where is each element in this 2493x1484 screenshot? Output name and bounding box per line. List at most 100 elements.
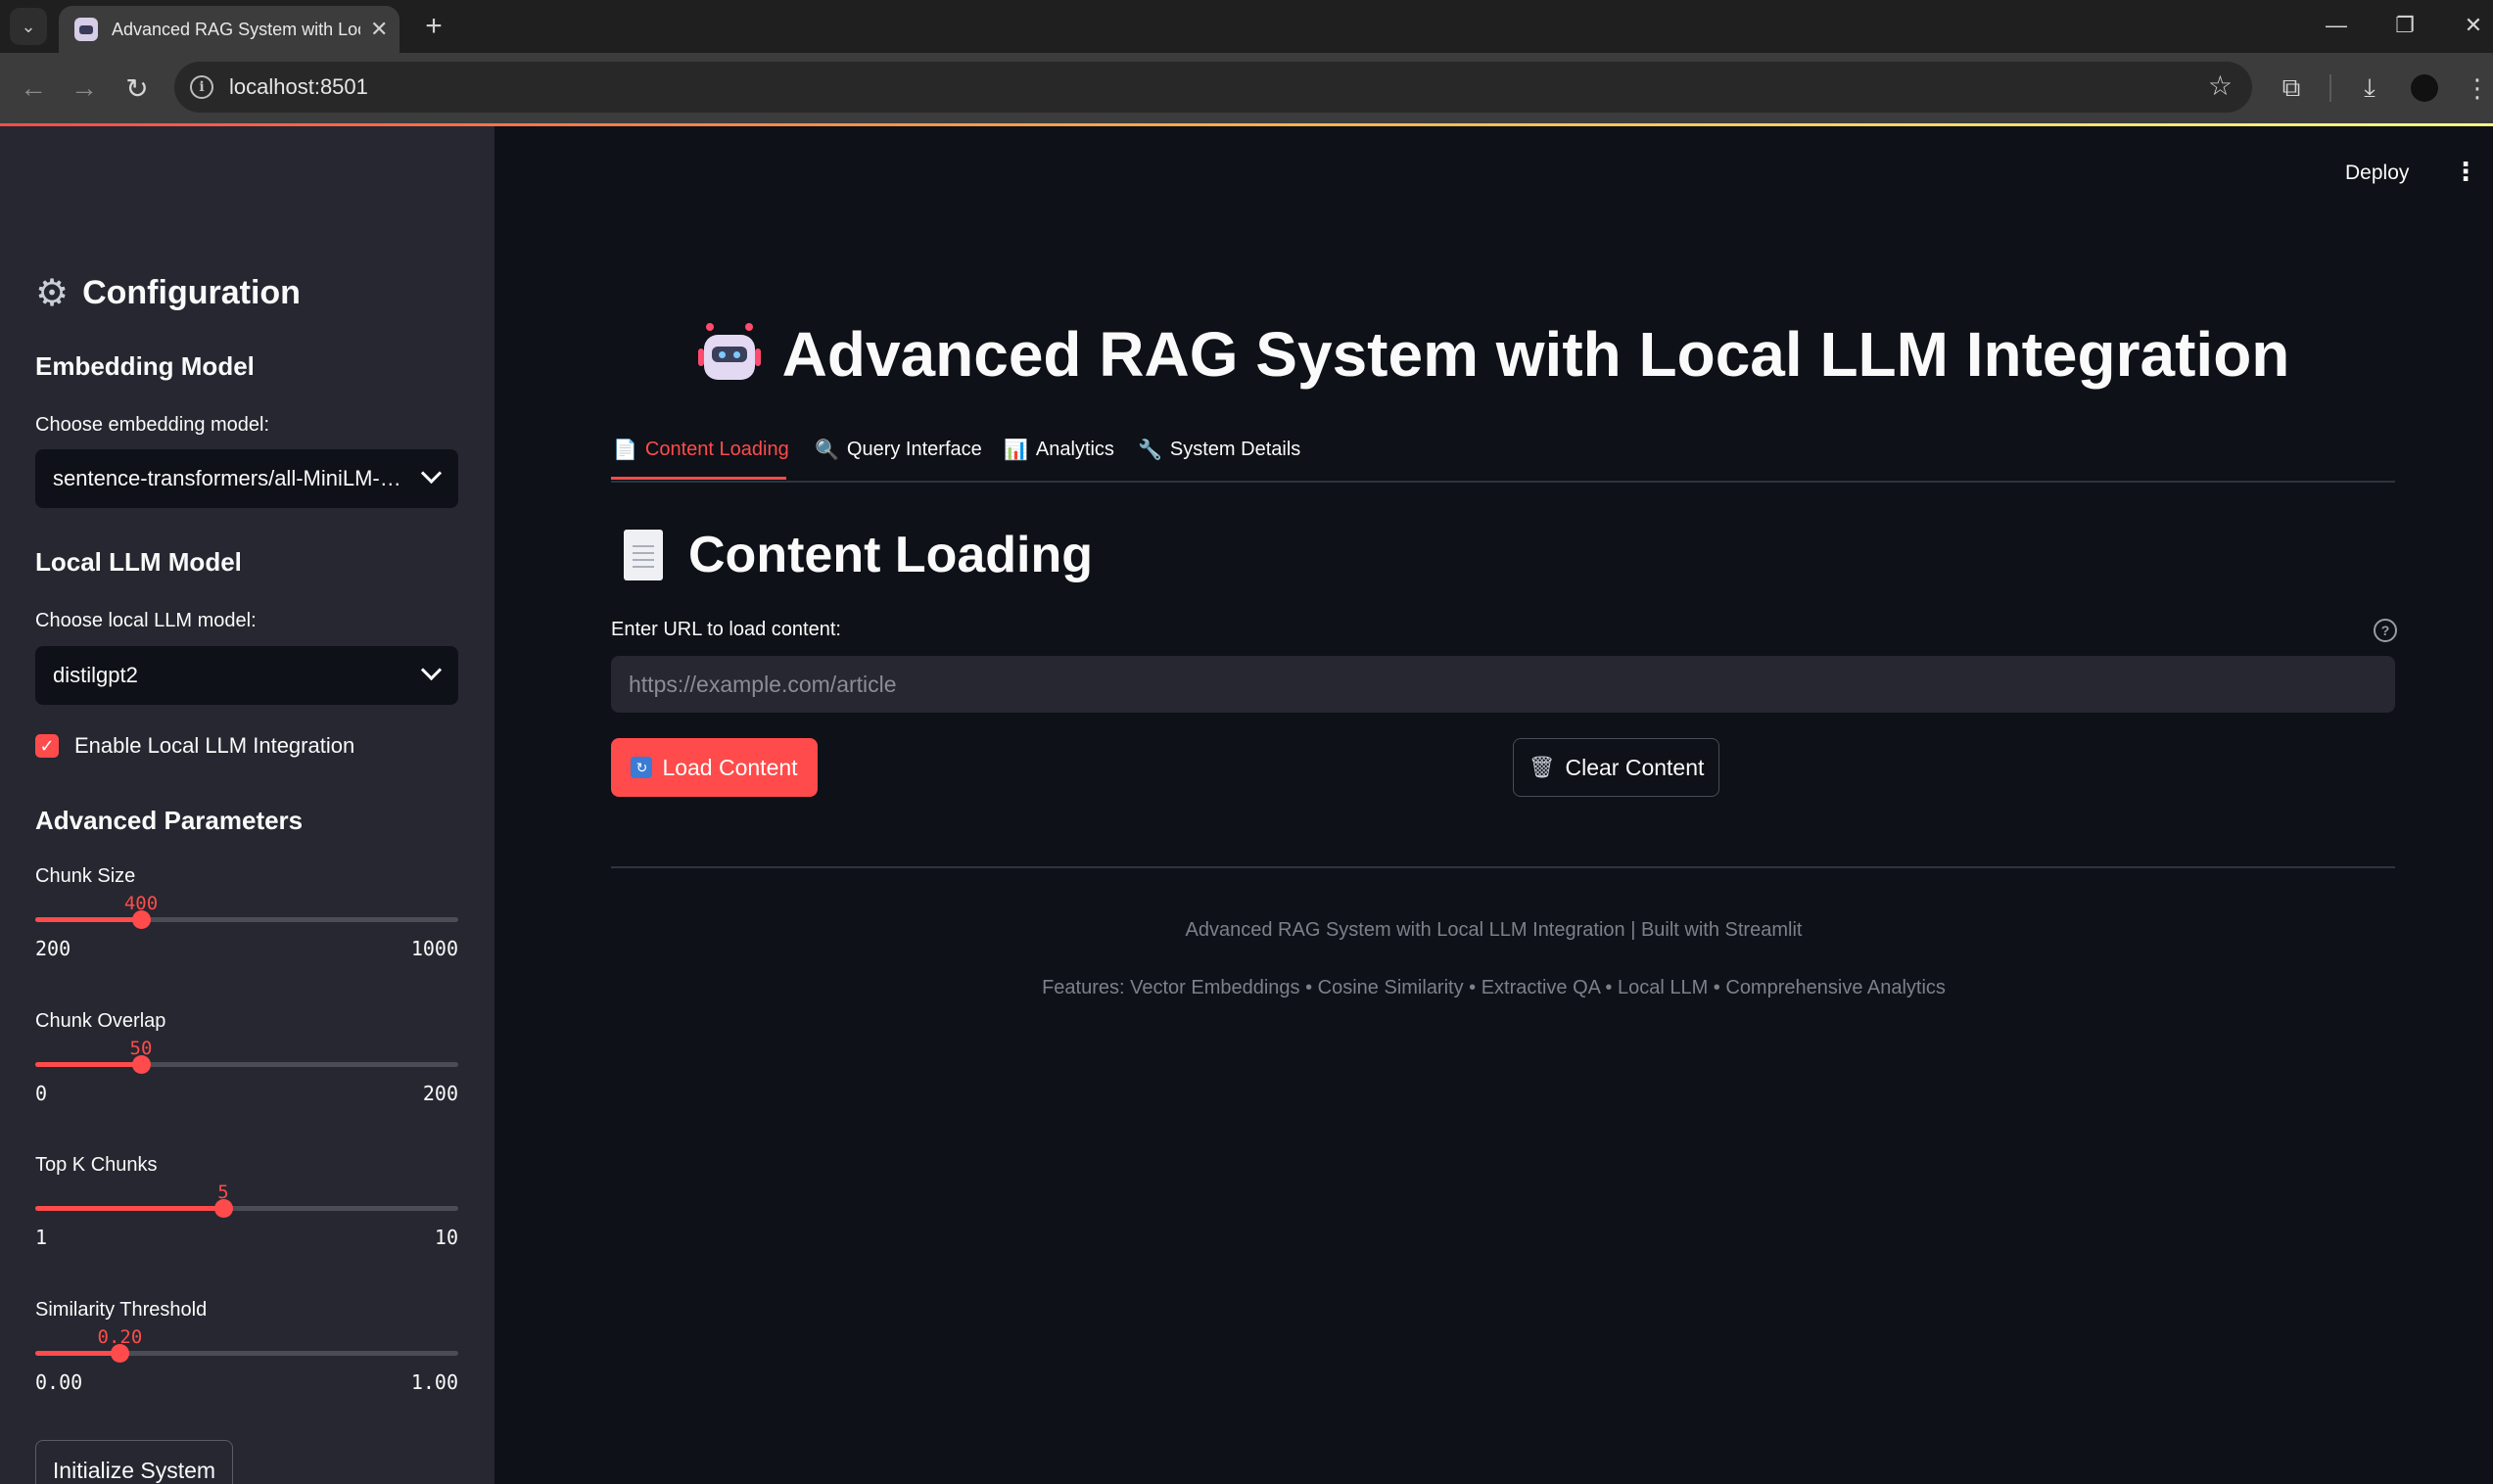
main-content: Deploy ⋮ Advanced RAG System with Local … <box>494 126 2493 1484</box>
slider-label: Top K Chunks <box>35 1154 158 1176</box>
slider-label: Chunk Size <box>35 865 136 887</box>
load-content-label: Load Content <box>662 754 798 780</box>
tab-label: Analytics <box>1035 439 1114 460</box>
slider-track[interactable] <box>35 910 458 929</box>
tab-label: System Details <box>1169 439 1301 460</box>
browser-tab-title: Advanced RAG System with Local LLM Integ… <box>112 19 360 39</box>
address-bar[interactable]: i localhost:8501 ☆ <box>174 62 2252 113</box>
embedding-select-label: Choose embedding model: <box>35 414 270 436</box>
site-info-icon[interactable]: i <box>190 75 213 99</box>
browser-menu-icon[interactable]: ⋮ <box>2456 67 2493 110</box>
slider-max: 200 <box>422 1082 458 1105</box>
browser-toolbar: ← → ↻ i localhost:8501 ☆ ⧉ ⤓ ⋮ <box>0 53 2493 123</box>
robot-favicon-icon <box>74 18 98 41</box>
tab-query-interface[interactable]: 🔍 Query Interface <box>815 438 982 462</box>
tab-close-icon[interactable]: ✕ <box>370 17 388 42</box>
tab-content-loading[interactable]: 📄 Content Loading <box>613 438 789 462</box>
active-tab-indicator <box>611 477 786 480</box>
llm-model-select[interactable]: distilgpt2 <box>35 646 458 705</box>
chevron-down-icon <box>420 659 443 681</box>
url-input-label: Enter URL to load content: <box>611 619 841 640</box>
slider-track[interactable] <box>35 1344 458 1363</box>
reload-button[interactable]: ↻ <box>116 67 159 110</box>
slider-thumb[interactable] <box>111 1344 130 1363</box>
embedding-section-title: Embedding Model <box>35 351 255 381</box>
footer-credits: Advanced RAG System with Local LLM Integ… <box>1185 919 1803 941</box>
tab-label: Content Loading <box>644 439 789 460</box>
tab-analytics[interactable]: 📊 Analytics <box>1004 438 1114 462</box>
page-icon: 📄 <box>613 440 637 461</box>
slider-fill <box>35 1206 223 1211</box>
minimize-button[interactable]: — <box>2307 6 2366 45</box>
advanced-section-title: Advanced Parameters <box>35 806 304 835</box>
chunk-overlap-slider[interactable]: Chunk Overlap 50 0 200 <box>35 1010 458 1108</box>
page-facing-up-icon <box>624 530 663 580</box>
url-input[interactable] <box>611 656 2395 713</box>
bookmark-star-icon[interactable]: ☆ <box>2208 70 2233 102</box>
slider-fill <box>35 1062 141 1067</box>
robot-icon <box>697 323 761 386</box>
llm-select-label: Choose local LLM model: <box>35 610 257 631</box>
wastebasket-icon: 🗑 <box>1528 755 1556 779</box>
tab-search-button[interactable]: ⌄ <box>10 8 47 45</box>
app-menu-icon[interactable]: ⋮ <box>2453 159 2478 184</box>
slider-max: 1000 <box>410 937 458 960</box>
tab-system-details[interactable]: 🔧 System Details <box>1138 438 1300 462</box>
close-window-button[interactable]: ✕ <box>2444 6 2493 45</box>
slider-track[interactable] <box>35 1199 458 1218</box>
slider-thumb[interactable] <box>213 1199 233 1218</box>
bar-chart-icon: 📊 <box>1004 440 1028 461</box>
slider-label: Similarity Threshold <box>35 1299 208 1321</box>
slider-min: 0 <box>35 1082 48 1105</box>
tab-label: Query Interface <box>846 439 982 460</box>
toolbar-separator <box>2329 74 2331 102</box>
slider-max: 1.00 <box>410 1370 458 1394</box>
top-k-slider[interactable]: Top K Chunks 5 1 10 <box>35 1154 458 1252</box>
footer-features: Features: Vector Embeddings • Cosine Sim… <box>1042 977 1946 998</box>
slider-max: 10 <box>434 1226 458 1249</box>
slider-track[interactable] <box>35 1055 458 1074</box>
wrench-icon: 🔧 <box>1138 440 1162 461</box>
chevron-down-icon <box>420 462 443 485</box>
refresh-icon: ↻ <box>631 757 653 778</box>
slider-min: 200 <box>35 937 71 960</box>
llm-section-title: Local LLM Model <box>35 547 242 577</box>
footer-divider <box>611 866 2395 868</box>
profile-avatar[interactable] <box>2411 74 2438 102</box>
gear-icon: ⚙ <box>35 273 70 314</box>
slider-fill <box>35 917 141 922</box>
sidebar: ⚙ Configuration Embedding Model Choose e… <box>0 126 494 1484</box>
enable-llm-checkbox-row[interactable]: ✓ Enable Local LLM Integration <box>35 733 354 759</box>
enable-llm-label[interactable]: Enable Local LLM Integration <box>74 733 354 759</box>
help-question-icon[interactable]: ? <box>2374 619 2397 642</box>
load-content-button[interactable]: ↻ Load Content <box>611 738 818 797</box>
similarity-threshold-slider[interactable]: Similarity Threshold 0.20 0.00 1.00 <box>35 1299 458 1397</box>
slider-label: Chunk Overlap <box>35 1010 166 1032</box>
download-icon[interactable]: ⤓ <box>2348 67 2391 110</box>
slider-thumb[interactable] <box>132 1055 151 1074</box>
chunk-size-slider[interactable]: Chunk Size 400 200 1000 <box>35 865 458 963</box>
section-title-text: Content Loading <box>688 527 1094 583</box>
sidebar-heading: ⚙ Configuration <box>35 271 301 315</box>
page-title-row: Advanced RAG System with Local LLM Integ… <box>494 318 2493 391</box>
embedding-model-select[interactable]: sentence-transformers/all-MiniLM-L6-v2 <box>35 449 458 508</box>
llm-model-value: distilgpt2 <box>53 663 138 687</box>
slider-thumb[interactable] <box>132 910 151 929</box>
new-tab-button[interactable]: + <box>415 8 452 45</box>
clear-content-button[interactable]: 🗑 Clear Content <box>1513 738 1719 797</box>
browser-tab[interactable]: Advanced RAG System with Local LLM Integ… <box>59 6 400 53</box>
initialize-system-button[interactable]: Initialize System <box>35 1440 233 1484</box>
enable-llm-checkbox[interactable]: ✓ <box>35 734 59 758</box>
forward-button[interactable]: → <box>63 67 106 110</box>
restore-button[interactable]: ❐ <box>2375 6 2434 45</box>
back-button[interactable]: ← <box>12 67 55 110</box>
slider-min: 0.00 <box>35 1370 83 1394</box>
url-text[interactable]: localhost:8501 <box>229 74 368 100</box>
slider-min: 1 <box>35 1226 48 1249</box>
deploy-button[interactable]: Deploy <box>2345 162 2409 185</box>
sidebar-heading-text: Configuration <box>82 274 301 311</box>
page-title: Advanced RAG System with Local LLM Integ… <box>781 319 2290 390</box>
section-title: Content Loading <box>624 526 1093 584</box>
embedding-model-value: sentence-transformers/all-MiniLM-L6-v2 <box>53 466 405 490</box>
extensions-icon[interactable]: ⧉ <box>2270 67 2313 110</box>
